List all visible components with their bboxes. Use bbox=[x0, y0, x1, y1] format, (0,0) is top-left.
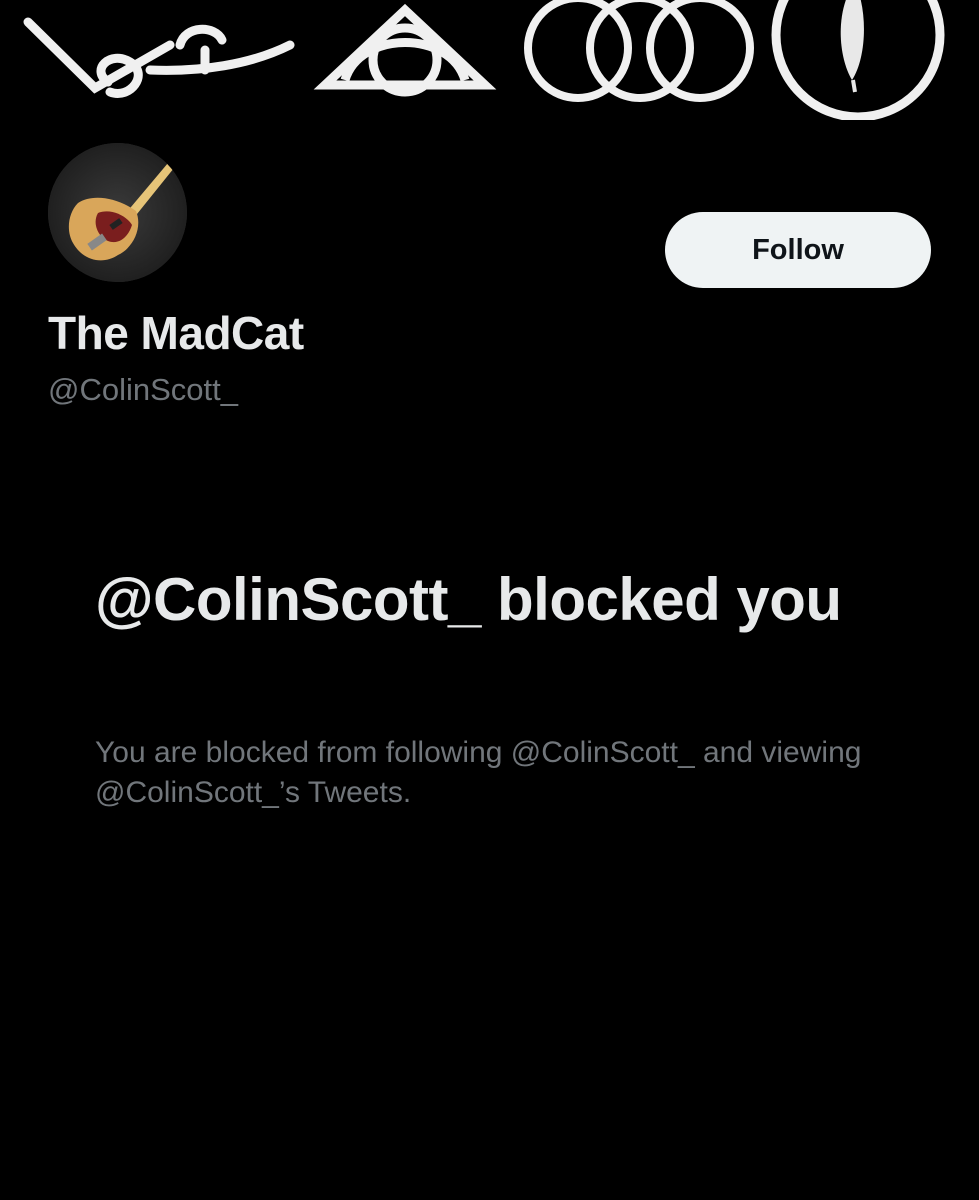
feather-circle-icon bbox=[771, 0, 945, 120]
triquetra-symbol-icon bbox=[313, 3, 497, 97]
banner-symbols bbox=[23, 0, 945, 120]
borromean-rings-icon bbox=[524, 0, 754, 102]
blocked-title: @ColinScott_ blocked you bbox=[95, 566, 842, 633]
follow-button[interactable]: Follow bbox=[665, 212, 931, 288]
display-name: The MadCat bbox=[48, 307, 304, 359]
telecaster-guitar-avatar bbox=[48, 143, 187, 282]
user-handle: @ColinScott_ bbox=[48, 372, 238, 407]
profile-banner[interactable] bbox=[0, 0, 979, 120]
blocked-description: You are blocked from following @ColinSco… bbox=[95, 736, 862, 809]
zoso-symbol-icon bbox=[23, 17, 295, 98]
avatar[interactable] bbox=[48, 143, 187, 282]
